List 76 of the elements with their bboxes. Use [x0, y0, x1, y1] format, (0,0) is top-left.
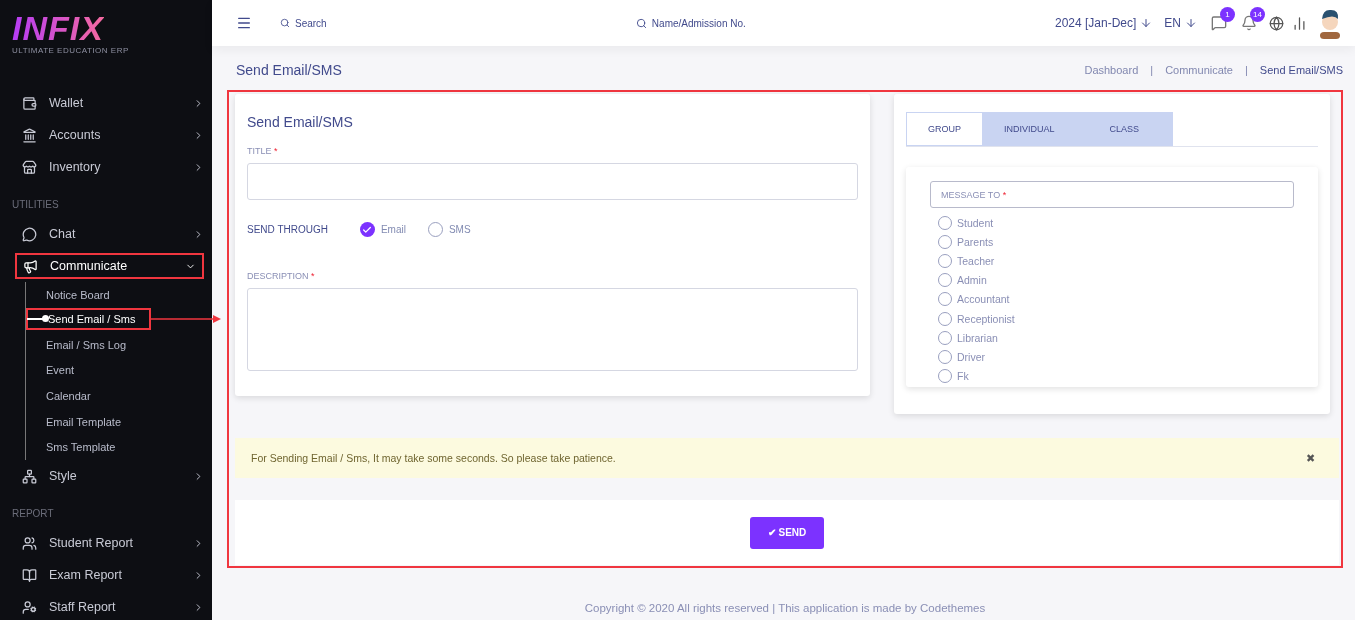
- radio-icon[interactable]: [938, 311, 952, 326]
- breadcrumb-separator: |: [1245, 64, 1248, 76]
- notification-badge: 14: [1250, 7, 1265, 22]
- radio-icon[interactable]: [938, 349, 952, 364]
- submenu-item[interactable]: Calendar: [26, 383, 212, 409]
- submenu-item[interactable]: Event: [26, 357, 212, 384]
- radio-icon[interactable]: [938, 273, 952, 288]
- arrow-down-icon: [1185, 17, 1197, 29]
- session-select[interactable]: 2024 [Jan-Dec]: [1054, 16, 1153, 30]
- close-button[interactable]: ✖: [1300, 450, 1321, 466]
- page-title: Send Email/SMS: [236, 62, 342, 78]
- field-label: TITLE *: [247, 146, 279, 156]
- chat-badge: 1: [1220, 7, 1235, 22]
- submenu-item[interactable]: Email Template: [26, 408, 212, 435]
- menu-icon[interactable]: [236, 15, 252, 31]
- store-icon: [22, 159, 37, 175]
- sidebar-item[interactable]: Exam Report: [22, 559, 204, 592]
- footer-text: Copyright © 2020 All rights reserved | This application is made by Codethemes: [583, 602, 987, 614]
- sidebar-heading: UTILITIES: [11, 199, 60, 210]
- sidebar-item[interactable]: Style: [22, 460, 204, 493]
- chat-bubble-icon: [22, 226, 37, 242]
- arrow-down-icon: [1140, 17, 1153, 29]
- radio-icon[interactable]: [938, 253, 952, 268]
- search-field[interactable]: Search: [280, 17, 327, 29]
- sidebar-item[interactable]: Chat: [22, 218, 204, 250]
- radio-icon[interactable]: [427, 222, 443, 237]
- description-input-field[interactable]: [247, 288, 858, 371]
- logo-tagline: ULTIMATE EDUCATION ERP: [12, 46, 130, 55]
- user-gear-icon: [22, 599, 37, 615]
- send-through-option[interactable]: SMS: [427, 222, 471, 237]
- sidebar-item[interactable]: Staff Report: [22, 591, 204, 620]
- submenu-item[interactable]: Email / Sms Log: [26, 331, 212, 358]
- breadcrumb-separator: |: [1150, 64, 1154, 76]
- users-icon: [22, 535, 37, 551]
- radio-icon[interactable]: [938, 215, 952, 230]
- field-label: SEND THROUGH: [247, 224, 328, 235]
- sidebar-item[interactable]: Communicate: [15, 253, 204, 279]
- field-label: DESCRIPTION *: [247, 271, 316, 281]
- message-to-field[interactable]: MESSAGE TO *: [930, 181, 1294, 208]
- send-through-option[interactable]: Email: [359, 222, 406, 237]
- submenu-item[interactable]: Sms Template: [26, 434, 212, 461]
- avatar-icon[interactable]: [1317, 7, 1343, 39]
- tab[interactable]: INDIVIDUAL: [983, 112, 1076, 146]
- alert-text: For Sending Email / Sms, It may take some seconds. So please take patience.: [251, 452, 616, 464]
- megaphone-icon: [23, 258, 38, 274]
- chat-icon[interactable]: [1211, 15, 1227, 31]
- network-icon: [22, 468, 37, 484]
- tab[interactable]: GROUP: [906, 112, 983, 146]
- book-icon: [22, 567, 37, 583]
- submenu-item[interactable]: Send Email / Sms: [26, 307, 151, 330]
- language-select[interactable]: EN: [1164, 16, 1197, 30]
- radio-icon[interactable]: [938, 234, 952, 249]
- bank-icon: [22, 127, 37, 143]
- send-button[interactable]: ✔ SEND: [750, 516, 824, 549]
- bell-icon[interactable]: [1241, 15, 1257, 31]
- sidebar-item[interactable]: Inventory: [22, 151, 204, 183]
- radio-icon[interactable]: [938, 292, 952, 307]
- search-icon: [280, 18, 290, 28]
- sidebar-heading: REPORT: [11, 508, 55, 520]
- submenu-item[interactable]: Notice Board: [26, 282, 212, 308]
- radio-icon[interactable]: [359, 222, 375, 237]
- radio-icon[interactable]: [938, 369, 952, 384]
- breadcrumb-link[interactable]: Send Email/SMS: [1259, 64, 1343, 76]
- wallet-icon: [22, 95, 37, 111]
- title-input-field[interactable]: [247, 163, 858, 200]
- student-search-field[interactable]: Name/Admission No.: [635, 17, 746, 29]
- tab[interactable]: CLASS: [1075, 112, 1174, 146]
- search-icon: [635, 17, 647, 29]
- globe-icon[interactable]: [1269, 15, 1284, 31]
- chart-icon[interactable]: [1292, 15, 1307, 31]
- sidebar-item[interactable]: Wallet: [22, 87, 204, 119]
- pointer-arrow: [151, 313, 221, 324]
- card-title: Send Email/SMS: [247, 114, 354, 130]
- radio-icon[interactable]: [938, 330, 952, 345]
- sidebar-item[interactable]: Student Report: [22, 527, 204, 560]
- sidebar-item[interactable]: Accounts: [22, 119, 204, 151]
